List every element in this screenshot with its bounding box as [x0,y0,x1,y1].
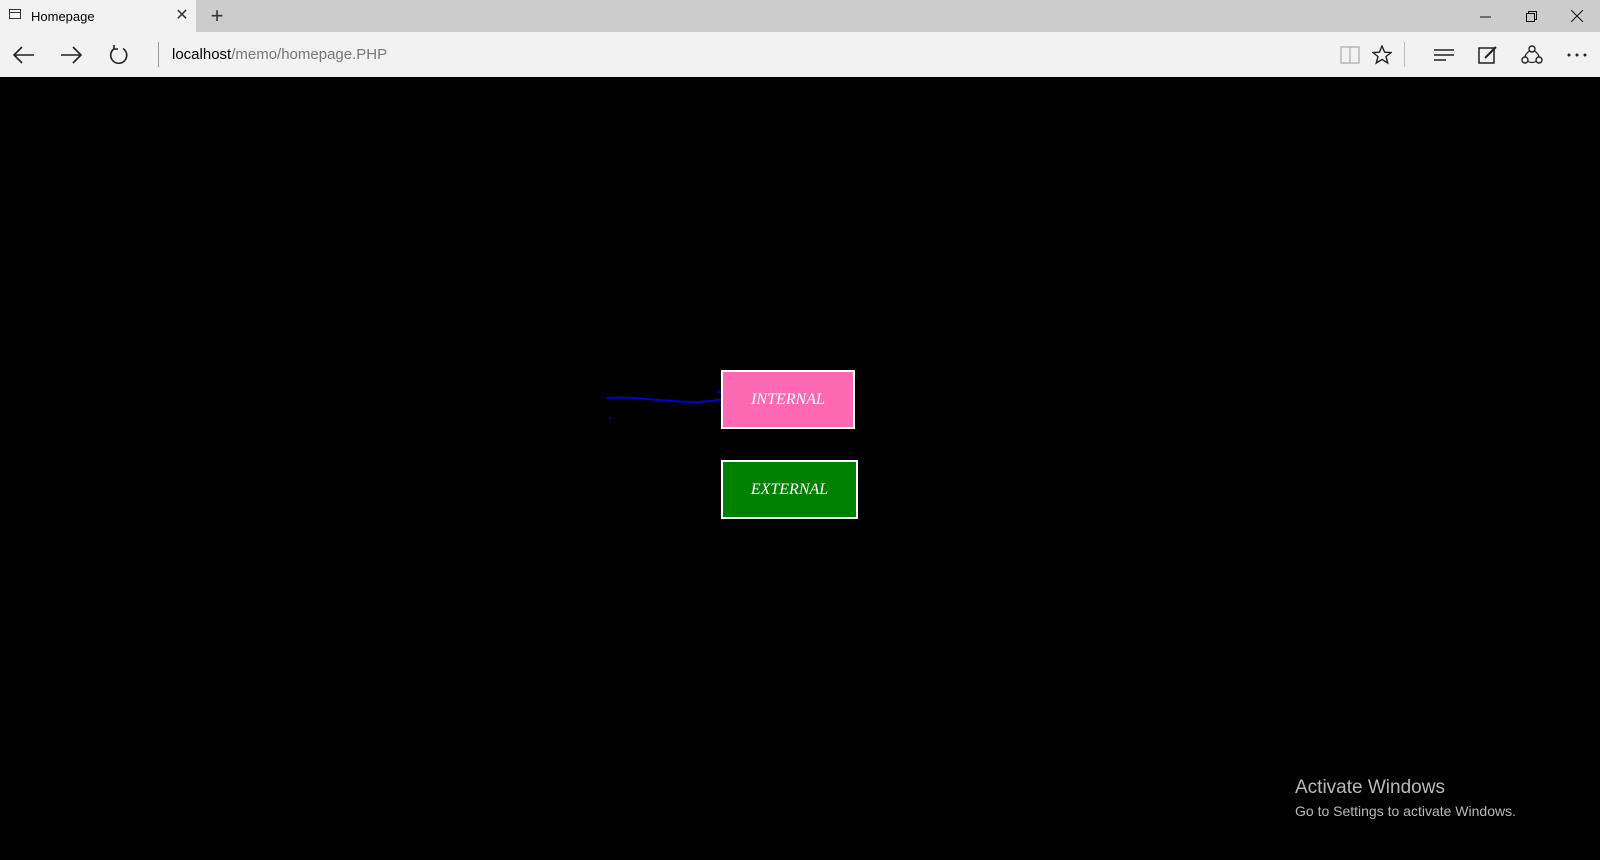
more-icon [1567,53,1587,56]
refresh-button[interactable] [97,32,141,77]
external-button[interactable]: EXTERNAL [721,460,858,519]
close-icon [1571,10,1583,22]
address-host: localhost [172,46,232,63]
address-path: /memo/homepage.PHP [231,46,388,63]
tab-close-icon[interactable]: ✕ [171,5,193,27]
activation-watermark: Activate Windows Go to Settings to activ… [1295,777,1516,819]
back-arrow-icon [13,45,34,64]
favorite-button[interactable] [1360,32,1404,77]
reading-view-icon [1340,45,1360,64]
share-button[interactable] [1510,32,1554,77]
restore-icon [1525,10,1537,22]
watermark-subtitle: Go to Settings to activate Windows. [1295,803,1516,819]
web-note-button[interactable] [1466,32,1510,77]
back-button[interactable] [2,32,46,77]
restore-button[interactable] [1508,0,1554,32]
address-bar[interactable]: localhost/memo/homepage.PHP [158,42,387,67]
page-icon [9,9,21,19]
refresh-icon [109,44,128,64]
minimize-button[interactable] [1462,0,1508,32]
minimize-icon [1479,16,1491,17]
web-note-icon [1478,45,1497,64]
navigation-bar: localhost/memo/homepage.PHP [0,32,1600,77]
internal-button[interactable]: INTERNAL [721,370,855,429]
forward-arrow-icon [61,45,82,64]
watermark-title: Activate Windows [1295,777,1445,798]
more-button[interactable] [1555,32,1599,77]
tab-title: Homepage [31,9,95,24]
new-tab-button[interactable]: + [205,4,229,28]
tab-bar: Homepage ✕ + [0,0,1600,32]
arrow-annotation [606,390,730,419]
share-icon [1521,44,1543,64]
page-content: INTERNAL EXTERNAL Activate Windows Go to… [0,77,1600,860]
toolbar-divider [1404,42,1405,67]
favorite-star-icon [1372,44,1392,65]
hub-icon [1434,48,1454,61]
tab-homepage[interactable]: Homepage ✕ [0,0,196,32]
hub-button[interactable] [1422,32,1466,77]
close-window-button[interactable] [1554,0,1600,32]
forward-button[interactable] [49,32,93,77]
